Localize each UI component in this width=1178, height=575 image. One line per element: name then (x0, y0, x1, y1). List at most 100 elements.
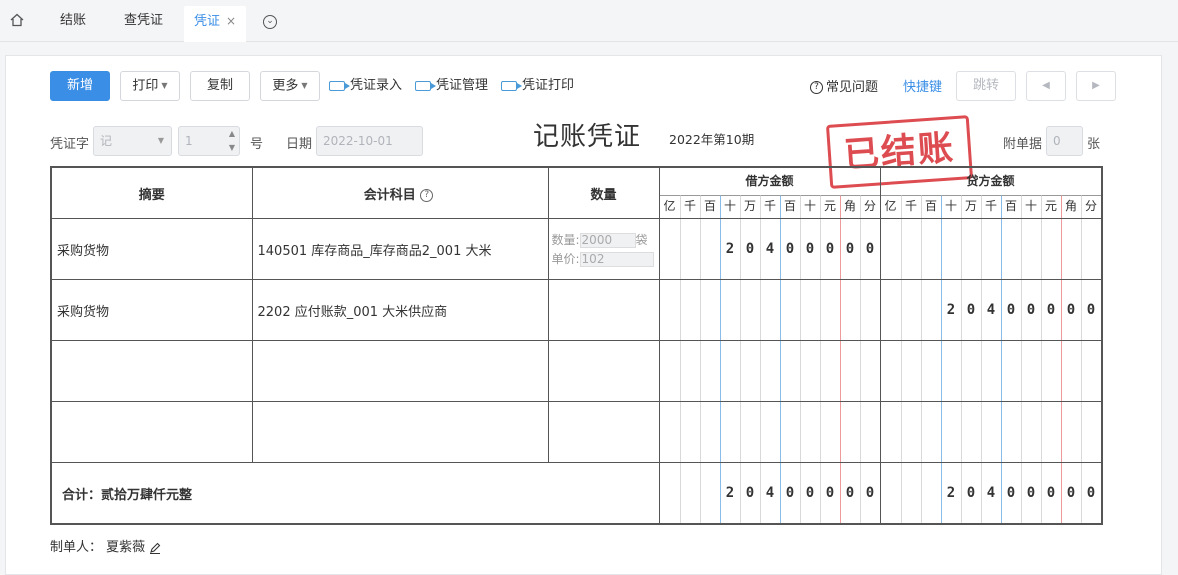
digit-cell (900, 463, 921, 523)
voucher-word-label: 凭证字 (50, 137, 90, 152)
date-field[interactable]: 2022-10-01 (316, 126, 423, 156)
voucher-print-link[interactable]: 凭证打印 (501, 76, 574, 96)
quantity-cell[interactable] (547, 279, 660, 341)
summary-cell[interactable]: 采购货物 (50, 279, 253, 341)
prev-button[interactable]: ◀ (1026, 71, 1066, 101)
unit-1: 千 (900, 195, 921, 218)
faq-link[interactable]: ? 常见问题 (810, 78, 878, 98)
voucher-word-select[interactable]: 记 ▼ (93, 126, 172, 156)
subject-cell[interactable]: 140501 库存商品_库存商品2_001 大米 (251, 218, 549, 280)
print-button[interactable]: 打印 ▼ (120, 71, 180, 101)
chevron-down-icon[interactable]: ⌄ (263, 15, 277, 29)
digit-cell (1060, 402, 1081, 462)
digit-cell: 0 (1060, 463, 1081, 523)
digit-cell (1080, 402, 1101, 462)
debit-digits (660, 341, 880, 401)
digit-cell (719, 341, 740, 401)
digit-cell (799, 402, 820, 462)
credit-digits: 20400000 (881, 280, 1101, 340)
table-row[interactable]: 采购货物 2202 应付账款_001 大米供应商 20400000 (50, 279, 1102, 341)
quantity-cell[interactable] (547, 401, 660, 463)
copy-button[interactable]: 复制 (190, 71, 250, 101)
table-row[interactable] (50, 340, 1102, 402)
stepper-down-icon[interactable]: ▼ (229, 134, 235, 162)
digit-cell: 2 (940, 463, 961, 523)
digit-cell (1040, 402, 1061, 462)
maker-info: 制单人： 夏紫薇 (50, 536, 161, 555)
header-credit-label: 贷方金额 (966, 174, 1015, 188)
shortcut-link[interactable]: 快捷键 (903, 78, 942, 98)
summary-cell[interactable] (50, 340, 253, 402)
digit-cell: 4 (759, 463, 780, 523)
tab-closing[interactable]: 结账 (60, 6, 86, 36)
digit-cell: 0 (779, 463, 800, 523)
digit-cell (779, 280, 800, 340)
video-icon (501, 80, 522, 91)
unit-6: 百 (779, 195, 800, 218)
credit-cell[interactable] (879, 401, 1102, 463)
unit-5: 千 (759, 195, 780, 218)
edit-icon[interactable] (149, 542, 161, 554)
tab-voucher[interactable]: 凭证 × (184, 6, 247, 42)
summary-cell[interactable] (50, 401, 253, 463)
price-label: 单价: (551, 252, 580, 266)
digit-cell (779, 341, 800, 401)
voucher-manage-link[interactable]: 凭证管理 (415, 76, 488, 96)
summary-cell[interactable]: 采购货物 (50, 218, 253, 280)
digit-cell (1000, 219, 1021, 279)
jump-button[interactable]: 跳转 (956, 71, 1016, 101)
close-icon[interactable]: × (226, 14, 236, 28)
total-row: 合计：贰拾万肆仟元整 20400000 20400000 (50, 462, 1102, 525)
debit-cell[interactable] (658, 401, 881, 463)
table-row[interactable]: 采购货物 140501 库存商品_库存商品2_001 大米 数量: 2000 袋 单… (50, 218, 1102, 280)
more-button[interactable]: 更多 ▼ (260, 71, 320, 101)
digit-cell (679, 219, 700, 279)
price-input[interactable]: 102 (579, 252, 654, 267)
number-suffix: 号 (250, 137, 264, 152)
unit-9: 角 (1060, 195, 1081, 218)
digit-cell (839, 341, 860, 401)
digit-cell: 0 (1040, 463, 1061, 523)
digit-cell (881, 463, 901, 523)
digit-cell (1040, 341, 1061, 401)
home-icon[interactable] (10, 13, 24, 27)
credit-cell[interactable] (879, 218, 1102, 280)
subject-cell[interactable] (251, 401, 549, 463)
digit-cell (679, 341, 700, 401)
unit-4: 万 (739, 195, 760, 218)
debit-digits (660, 280, 880, 340)
voucher-number-stepper[interactable]: 1 ▲ ▼ (178, 126, 240, 156)
quantity-input[interactable]: 2000 (579, 233, 636, 248)
debit-cell[interactable] (658, 279, 881, 341)
add-button[interactable]: 新增 (50, 71, 110, 101)
digit-cell (699, 402, 720, 462)
subject-cell[interactable]: 2202 应付账款_001 大米供应商 (251, 279, 549, 341)
digit-cell (920, 402, 941, 462)
quantity-cell[interactable]: 数量: 2000 袋 单价: 102 (547, 218, 660, 280)
digit-cell (980, 219, 1001, 279)
next-button[interactable]: ▶ (1076, 71, 1116, 101)
debit-cell[interactable] (658, 340, 881, 402)
credit-digits (881, 402, 1101, 462)
digit-cell (759, 280, 780, 340)
caret-down-icon: ▼ (301, 81, 308, 90)
quantity-cell[interactable] (547, 340, 660, 402)
unit-7: 十 (799, 195, 820, 218)
digit-cell (779, 402, 800, 462)
credit-cell[interactable]: 20400000 (879, 279, 1102, 341)
debit-cell[interactable]: 20400000 (658, 218, 881, 280)
help-icon[interactable]: ? (420, 188, 434, 202)
print-label: 打印 (132, 78, 159, 94)
table-row[interactable] (50, 401, 1102, 463)
subject-cell[interactable] (251, 340, 549, 402)
credit-cell[interactable] (879, 340, 1102, 402)
digit-cell: 0 (1020, 463, 1041, 523)
tab-search-voucher[interactable]: 查凭证 (124, 6, 163, 36)
digit-cell (679, 463, 700, 523)
total-debit-digits: 20400000 (660, 463, 880, 523)
digit-cell (699, 219, 720, 279)
attachment-label: 附单据 (1003, 137, 1043, 152)
attachment-count-field[interactable]: 0 (1046, 126, 1083, 156)
voucher-entry-link[interactable]: 凭证录入 (329, 76, 402, 96)
digit-cell (839, 402, 860, 462)
